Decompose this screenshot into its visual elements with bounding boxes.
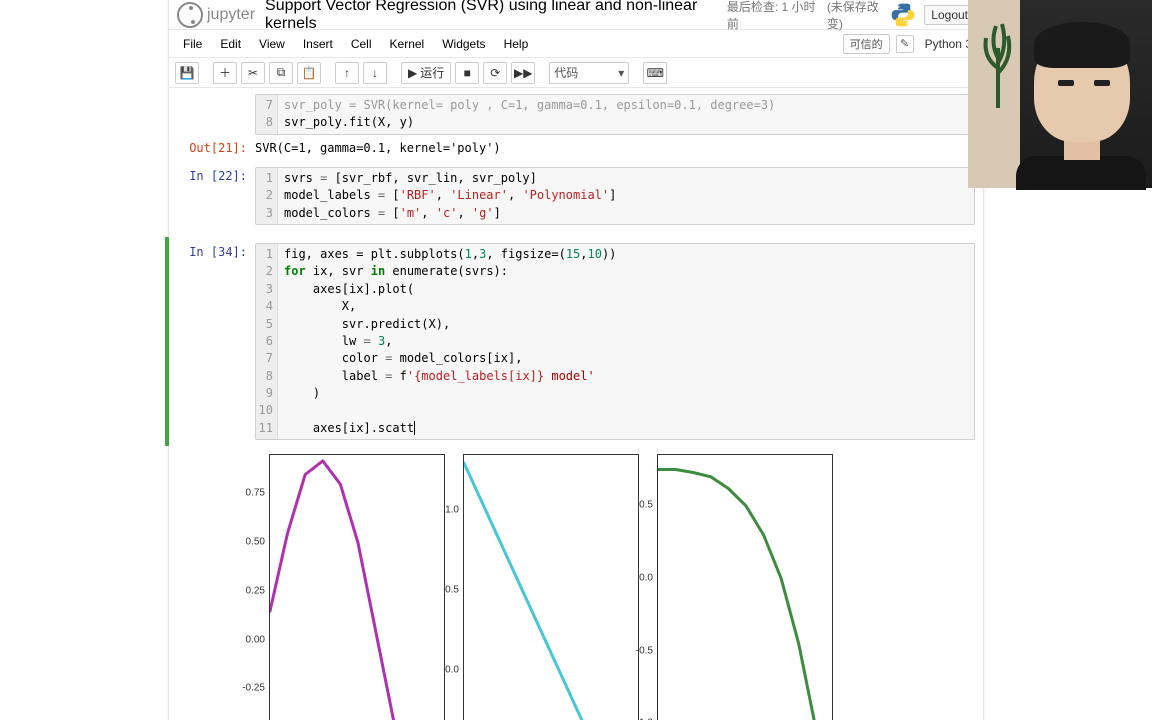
code-text: svrs = [svr_rbf, svr_lin, svr_poly] mode… — [278, 168, 622, 224]
toolbar: 💾 ＋ ✂ ⧉ 📋 ↑ ↓ ▶运行 ■ ⟳ ▶▶ 代码▾ ⌨ — [169, 58, 983, 88]
menubar: File Edit View Insert Cell Kernel Widget… — [169, 30, 983, 58]
out-prompt: Out[21]: — [177, 139, 255, 157]
line-gutter: 1234567891011 — [256, 244, 278, 439]
menu-view[interactable]: View — [251, 33, 293, 55]
output-cell: Out[21]: SVR(C=1, gamma=0.1, kernel='pol… — [169, 137, 983, 159]
move-up-button[interactable]: ↑ — [335, 62, 359, 84]
in-prompt: In [22]: — [177, 167, 255, 225]
add-cell-button[interactable]: ＋ — [213, 62, 237, 84]
menu-widgets[interactable]: Widgets — [434, 33, 493, 55]
move-down-button[interactable]: ↓ — [363, 62, 387, 84]
code-cell[interactable]: In [22]: 123 svrs = [svr_rbf, svr_lin, s… — [169, 165, 983, 227]
y-axis-ticks: 0.50.0-0.5-1.0-1.5 — [621, 454, 655, 720]
play-icon: ▶ — [408, 66, 417, 80]
command-palette-button[interactable]: ⌨ — [643, 62, 667, 84]
menu-kernel[interactable]: Kernel — [382, 33, 433, 55]
save-button[interactable]: 💾 — [175, 62, 199, 84]
notebook-body: 7 8 svr_poly = SVR(kernel= poly , C=1, g… — [169, 88, 983, 720]
code-editor[interactable]: 123 svrs = [svr_rbf, svr_lin, svr_poly] … — [255, 167, 975, 225]
menu-insert[interactable]: Insert — [295, 33, 341, 55]
code-cell-selected[interactable]: In [34]: 1234567891011 fig, axes = plt.s… — [165, 237, 983, 446]
chart-poly — [657, 454, 833, 720]
code-text: svr_poly = SVR(kernel= poly , C=1, gamma… — [278, 95, 781, 134]
output-text: SVR(C=1, gamma=0.1, kernel='poly') — [255, 139, 975, 157]
y-axis-ticks: 0.750.500.250.00-0.25-0.50-0.75-1.00 — [233, 454, 267, 720]
chevron-down-icon: ▾ — [618, 66, 624, 80]
run-button[interactable]: ▶运行 — [401, 62, 451, 84]
line-gutter: 123 — [256, 168, 278, 224]
menu-file[interactable]: File — [175, 33, 210, 55]
webcam-overlay — [968, 0, 1152, 188]
in-prompt — [177, 94, 255, 135]
unsaved-indicator: (未保存改变) — [827, 0, 890, 32]
jupyter-logo[interactable]: jupyter — [177, 2, 255, 28]
code-editor[interactable]: 1234567891011 fig, axes = plt.subplots(1… — [255, 243, 975, 440]
cell-type-select[interactable]: 代码▾ — [549, 62, 629, 84]
cut-button[interactable]: ✂ — [241, 62, 265, 84]
copy-button[interactable]: ⧉ — [269, 62, 293, 84]
chart-rbf — [269, 454, 445, 720]
restart-run-all-button[interactable]: ▶▶ — [511, 62, 535, 84]
jupyter-logo-text: jupyter — [207, 6, 255, 24]
trusted-indicator[interactable]: 可信的 — [843, 34, 890, 54]
interrupt-button[interactable]: ■ — [455, 62, 479, 84]
line-gutter: 7 8 — [256, 95, 278, 134]
in-prompt: In [34]: — [177, 243, 255, 440]
notebook-title[interactable]: Support Vector Regression (SVR) using li… — [265, 0, 721, 33]
chart-linear — [463, 454, 639, 720]
jupyter-logo-icon — [177, 2, 203, 28]
last-checkpoint: 最后检查: 1 小时前 — [727, 0, 821, 32]
menu-help[interactable]: Help — [496, 33, 537, 55]
code-text: fig, axes = plt.subplots(1,3, figsize=(1… — [278, 244, 622, 439]
menu-cell[interactable]: Cell — [343, 33, 380, 55]
restart-button[interactable]: ⟳ — [483, 62, 507, 84]
menu-edit[interactable]: Edit — [212, 33, 249, 55]
y-axis-ticks: 1.00.50.0-0.5-1.0 — [427, 454, 461, 720]
notebook-header: jupyter Support Vector Regression (SVR) … — [169, 0, 983, 30]
paste-button[interactable]: 📋 — [297, 62, 321, 84]
output-figure: 0.750.500.250.00-0.25-0.50-0.75-1.00 1.0… — [169, 446, 983, 720]
edit-mode-icon[interactable]: ✎ — [896, 35, 914, 53]
python-logo-icon — [890, 2, 916, 28]
code-editor[interactable]: 7 8 svr_poly = SVR(kernel= poly , C=1, g… — [255, 94, 975, 135]
code-cell[interactable]: 7 8 svr_poly = SVR(kernel= poly , C=1, g… — [169, 92, 983, 137]
